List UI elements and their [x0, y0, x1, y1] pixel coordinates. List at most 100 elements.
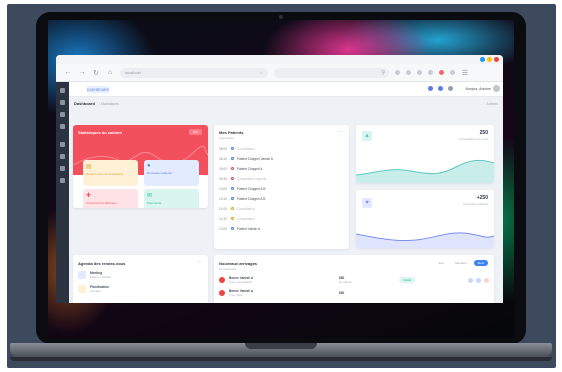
- user-icon: ●: [147, 163, 151, 169]
- timeline-item[interactable]: 08:30 Patient Chappel Vanish A: [219, 155, 344, 162]
- arrivals-title: Nouveaux arrivages: [219, 261, 258, 266]
- timeline-item[interactable]: 09:00 Patient Chappel A: [219, 165, 344, 172]
- timeline-item[interactable]: 09:30 Consultation urgente: [219, 175, 344, 182]
- avatar[interactable]: [493, 85, 500, 92]
- arrivals-subtitle: 12 nouveaux: [219, 267, 237, 271]
- sidebar-home-icon[interactable]: [60, 88, 65, 93]
- browser-window: ← → ↻ ⌂ localhost ☆ ⚲ ☰ DASHBOARD Bonjou…: [56, 55, 503, 303]
- stats-tile-appointments[interactable]: ▤ Rendez-vous de la semaine: [83, 160, 138, 186]
- timeline-dot-icon: [231, 167, 234, 170]
- patients-subtitle: Aujourd'hui: [219, 136, 234, 140]
- reload-icon[interactable]: ↻: [92, 69, 100, 77]
- back-arrow-icon[interactable]: ←: [64, 69, 72, 76]
- menu-icon[interactable]: ☰: [461, 69, 469, 77]
- timeline-dot-icon: [231, 227, 234, 230]
- timeline-time: 10:00: [219, 186, 227, 191]
- tile-label: Rendez-vous de la semaine: [86, 172, 124, 176]
- settings-icon[interactable]: [448, 86, 453, 91]
- filter-week[interactable]: Semaine: [451, 260, 471, 266]
- row-type: Type: Suivi: [229, 293, 243, 297]
- stats-tile-payments[interactable]: ✉ Paiements: [144, 189, 199, 208]
- title-bar: [56, 55, 503, 64]
- agenda-item[interactable]: Meeting Équipe médicale: [78, 270, 203, 280]
- status-dot: [219, 277, 225, 283]
- user-name[interactable]: Bonjour, Antoine: [466, 87, 492, 91]
- actions-link[interactable]: Actions: [487, 102, 498, 106]
- timeline-item[interactable]: 10:30 Patient Chappel A B: [219, 195, 344, 202]
- search-bar[interactable]: ⚲: [274, 67, 389, 78]
- table-row[interactable]: Bonne Vanish A Type: Consultation $80 En…: [219, 275, 489, 285]
- timeline-item[interactable]: 10:00 Patient Chappel A B: [219, 185, 344, 192]
- metric-caption: Consultations ce mois: [458, 137, 488, 141]
- timeline-time: 10:30: [219, 196, 227, 201]
- timeline-dot-icon: [231, 187, 234, 190]
- window-dot-blue[interactable]: [480, 57, 485, 62]
- stats-view-button[interactable]: Voir: [188, 129, 202, 135]
- sidebar-mail-icon[interactable]: [60, 166, 65, 171]
- sidebar-settings-icon[interactable]: [60, 154, 65, 159]
- edit-icon[interactable]: [476, 277, 481, 283]
- page-title: Dashboard: [74, 101, 95, 106]
- extension-icon-4[interactable]: [428, 70, 433, 75]
- more-options-icon[interactable]: ⋯: [197, 259, 202, 265]
- stats-title: Statistiques du cabinet: [78, 130, 122, 135]
- star-icon[interactable]: ☆: [259, 70, 263, 75]
- extension-icon-5[interactable]: [439, 70, 444, 75]
- view-icon[interactable]: [468, 277, 473, 283]
- stats-tile-prescriptions[interactable]: ✚ Ordonnances délivrées: [83, 189, 138, 208]
- patients-title: Mes Patients: [219, 130, 244, 135]
- delete-icon[interactable]: [484, 277, 489, 283]
- timeline-item[interactable]: 08:00 Consultation: [219, 145, 344, 152]
- sidebar-chart-icon[interactable]: [60, 124, 65, 129]
- tile-label: Nouveaux patients: [147, 171, 172, 175]
- filter-day[interactable]: Jour: [434, 260, 448, 266]
- timeline-dot-icon: [231, 217, 234, 220]
- status-dot: [219, 290, 225, 296]
- browser-toolbar: ← → ↻ ⌂ localhost ☆ ⚲ ☰: [56, 64, 503, 82]
- home-icon[interactable]: ⌂: [106, 69, 114, 76]
- sidebar-help-icon[interactable]: [60, 178, 65, 183]
- filter-tabs: Jour Semaine Mois: [434, 260, 488, 266]
- calendar-icon: [78, 271, 86, 279]
- row-amount-sub: En attente: [339, 280, 352, 284]
- chart-icon: ▤: [86, 164, 92, 170]
- timeline-item[interactable]: 12:00 Patient Vanish A: [219, 225, 344, 232]
- app-header: DASHBOARD Bonjour, Antoine: [69, 82, 503, 97]
- timeline-time: 08:30: [219, 156, 227, 161]
- laptop-notch: [245, 343, 317, 349]
- arrivals-card: Nouveaux arrivages 12 nouveaux Jour Sema…: [214, 255, 494, 303]
- extension-icon-3[interactable]: [417, 70, 422, 75]
- agenda-item[interactable]: Planification Semaine: [78, 284, 203, 294]
- message-icon[interactable]: [438, 86, 443, 91]
- window-dot-yellow[interactable]: [487, 57, 492, 62]
- stats-tile-patients[interactable]: ● Nouveaux patients: [144, 160, 199, 186]
- agenda-title: Agenda des rendez-vous: [78, 261, 126, 266]
- notification-icon[interactable]: [428, 86, 433, 91]
- sidebar-file-icon[interactable]: [60, 142, 65, 147]
- url-bar[interactable]: localhost ☆: [120, 67, 268, 78]
- window-dot-red[interactable]: [494, 57, 499, 62]
- table-row[interactable]: Bonne Vanish A Type: Suivi $80: [219, 288, 489, 298]
- filter-month[interactable]: Mois: [473, 260, 488, 266]
- url-text: localhost: [125, 70, 141, 75]
- row-type: Type: Consultation: [229, 280, 253, 284]
- timeline-text: Consultation: [237, 216, 255, 221]
- timeline-dot-icon: [231, 157, 234, 160]
- more-options-icon[interactable]: ⋯: [338, 129, 343, 135]
- forward-arrow-icon[interactable]: →: [78, 69, 86, 76]
- timeline-item[interactable]: 11:30 Consultation: [219, 215, 344, 222]
- timeline-text: Patient Chappel A B: [237, 196, 266, 201]
- sidebar-users-icon[interactable]: [60, 112, 65, 117]
- breadcrumb-sub[interactable]: / Statistiques: [99, 102, 119, 106]
- mail-icon: ✉: [147, 193, 153, 199]
- timeline-item[interactable]: 11:00 Consultation: [219, 205, 344, 212]
- extension-icon-6[interactable]: [450, 70, 455, 75]
- tile-label: Paiements: [147, 201, 162, 205]
- metric-card-patients: ♥ +250 Nouveaux patients: [356, 190, 494, 248]
- dashboard-chip[interactable]: DASHBOARD: [87, 86, 109, 93]
- extension-icon-2[interactable]: [406, 70, 411, 75]
- app-area: DASHBOARD Bonjour, Antoine Dashboard / S…: [56, 82, 503, 303]
- metric-value: 250: [479, 130, 488, 136]
- extension-icon-1[interactable]: [395, 70, 400, 75]
- sidebar-calendar-icon[interactable]: [60, 100, 65, 105]
